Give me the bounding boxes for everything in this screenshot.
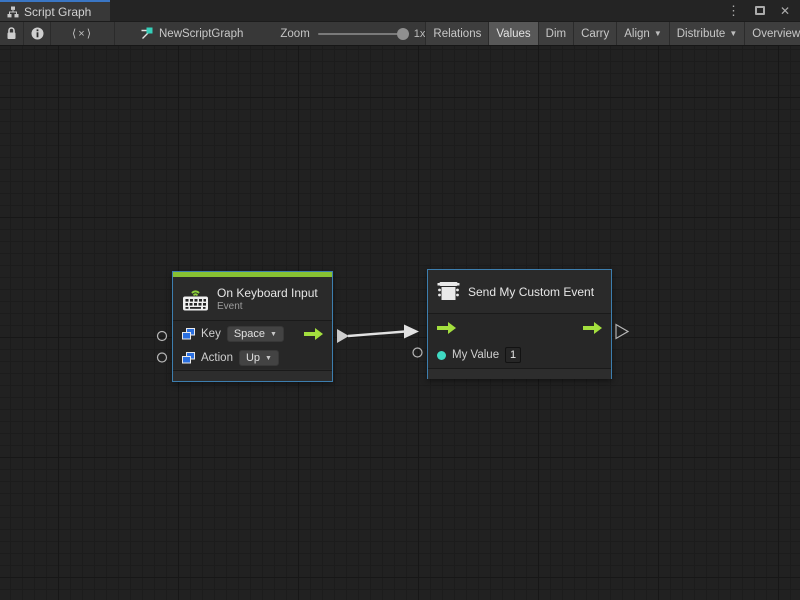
node2-value-row: My Value xyxy=(428,342,611,368)
node2-body: My Value xyxy=(428,314,611,368)
breadcrumb[interactable]: NewScriptGraph xyxy=(130,22,253,45)
node1-footer xyxy=(173,370,332,381)
node1-action-row: Action Up ▼ xyxy=(173,347,332,369)
dim-button[interactable]: Dim xyxy=(538,22,573,45)
node2-header: Send My Custom Event xyxy=(428,270,611,314)
zoom-control: Zoom 1x xyxy=(280,22,425,45)
values-button[interactable]: Values xyxy=(488,22,537,45)
chevron-down-icon: ▼ xyxy=(729,29,737,38)
graph-toolbar: ⟨×⟩ NewScriptGraph Zoom 1x Relations Val… xyxy=(0,21,800,46)
node2-footer xyxy=(428,368,611,379)
node1-body: Key Space ▼ Action xyxy=(173,321,332,369)
hierarchy-graph-icon xyxy=(7,6,19,18)
my-value-input[interactable] xyxy=(505,347,521,363)
distribute-dropdown-button[interactable]: Distribute ▼ xyxy=(669,22,745,45)
tab-bar: Script Graph ⋮ ✕ xyxy=(0,0,800,21)
toolbar-right-buttons: Relations Values Dim Carry Align ▼ Distr… xyxy=(425,22,800,45)
node-send-my-custom-event[interactable]: Send My Custom Event M xyxy=(427,269,612,379)
node1-key-port[interactable] xyxy=(158,332,167,341)
window-controls: ⋮ ✕ xyxy=(727,0,800,21)
overview-button[interactable]: Overview xyxy=(744,22,800,45)
key-dropdown[interactable]: Space ▼ xyxy=(227,326,284,342)
node1-flow-out-port[interactable] xyxy=(337,329,349,343)
align-dropdown-button[interactable]: Align ▼ xyxy=(616,22,669,45)
graph-asset-icon xyxy=(140,27,153,40)
node1-key-row: Key Space ▼ xyxy=(173,321,332,347)
zoom-slider[interactable] xyxy=(318,33,406,35)
node2-flow-row xyxy=(428,314,611,342)
maximize-icon[interactable] xyxy=(755,6,765,15)
info-button[interactable] xyxy=(24,22,51,45)
zoom-level: 1x xyxy=(414,28,426,40)
my-value-label: My Value xyxy=(452,349,499,361)
key-port-label: Key xyxy=(201,328,221,340)
close-icon[interactable]: ✕ xyxy=(780,5,790,17)
flow-arrow-icon xyxy=(437,322,456,334)
keyboard-signal-icon xyxy=(182,286,209,311)
carry-button[interactable]: Carry xyxy=(573,22,616,45)
graph-canvas[interactable]: On Keyboard Input Event Key Space ▼ xyxy=(0,46,800,600)
node1-titles: On Keyboard Input Event xyxy=(217,286,318,312)
literal-icon xyxy=(182,328,195,340)
code-preview-toggle[interactable]: ⟨×⟩ xyxy=(51,22,115,45)
chevron-down-icon: ▼ xyxy=(270,331,277,338)
node-title: Send My Custom Event xyxy=(468,285,594,299)
node1-header: On Keyboard Input Event xyxy=(173,277,332,321)
script-graph-window: Script Graph ⋮ ✕ ⟨×⟩ xyxy=(0,0,800,600)
breadcrumb-label: NewScriptGraph xyxy=(159,28,243,40)
action-dropdown[interactable]: Up ▼ xyxy=(239,350,279,366)
chevron-down-icon: ▼ xyxy=(654,29,662,38)
node2-titles: Send My Custom Event xyxy=(468,285,594,299)
node2-flow-out-port[interactable] xyxy=(616,325,628,339)
flow-arrow-icon xyxy=(583,322,602,334)
connections-layer xyxy=(0,46,800,600)
node1-action-port[interactable] xyxy=(158,353,167,362)
flow-connection-arrowhead xyxy=(404,325,419,339)
zoom-slider-handle[interactable] xyxy=(397,28,409,40)
lock-button[interactable] xyxy=(0,22,24,45)
node-on-keyboard-input[interactable]: On Keyboard Input Event Key Space ▼ xyxy=(172,271,333,382)
tab-title: Script Graph xyxy=(24,5,91,19)
info-icon xyxy=(31,27,44,40)
node-title: On Keyboard Input xyxy=(217,286,318,300)
literal-icon xyxy=(182,352,195,364)
action-port-label: Action xyxy=(201,352,233,364)
chevron-down-icon: ▼ xyxy=(265,355,272,362)
tab-script-graph[interactable]: Script Graph xyxy=(0,0,110,21)
zoom-label: Zoom xyxy=(280,28,309,40)
kebab-menu-icon[interactable]: ⋮ xyxy=(727,4,740,17)
flow-connection-wire[interactable] xyxy=(348,332,405,337)
lock-icon xyxy=(6,27,17,40)
value-port-dot-icon xyxy=(437,351,446,360)
flow-arrow-icon xyxy=(304,328,323,340)
relations-button[interactable]: Relations xyxy=(425,22,488,45)
custom-event-icon xyxy=(437,281,460,302)
node2-my-value-port[interactable] xyxy=(413,348,422,357)
node-subtitle: Event xyxy=(217,301,318,312)
